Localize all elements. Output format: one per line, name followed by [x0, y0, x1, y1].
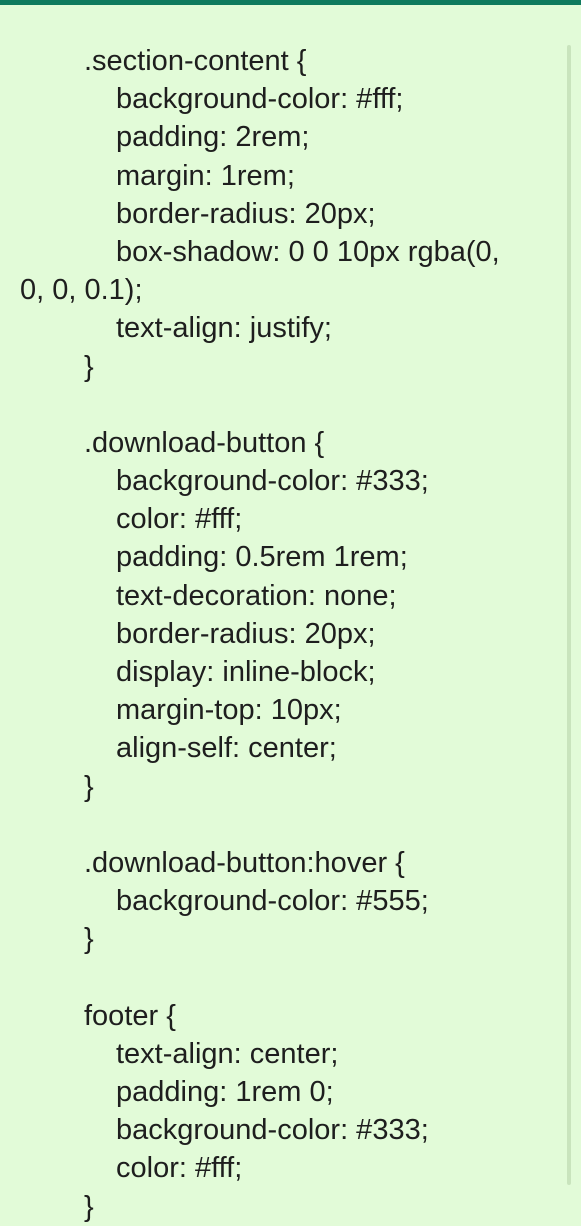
code-line: display: inline-block;: [116, 656, 376, 688]
code-line: background-color: #fff;: [116, 83, 404, 116]
message-bubble[interactable]: .section-content { background-color: #ff…: [0, 5, 573, 1223]
code-line: color: #fff;: [116, 503, 243, 536]
code-line: }: [84, 350, 94, 383]
code-line: padding: 0.5rem 1rem;: [116, 541, 408, 574]
code-line: padding: 1rem 0;: [116, 1076, 334, 1109]
code-line: text-decoration: none;: [116, 579, 397, 612]
code-line: }: [84, 923, 94, 956]
code-line: }: [84, 770, 94, 803]
code-line: }: [84, 1190, 94, 1223]
code-line-wrapped: 0, 0, 0.1);: [20, 274, 143, 307]
code-line: border-radius: 20px;: [116, 197, 376, 230]
code-line: footer {: [84, 999, 176, 1032]
code-line: border-radius: 20px;: [116, 617, 376, 650]
code-line: background-color: #333;: [116, 465, 429, 498]
code-line: .section-content {: [84, 45, 307, 77]
scrollbar[interactable]: [567, 45, 571, 1185]
code-line: color: #fff;: [116, 1152, 243, 1185]
code-line: .download-button:hover {: [84, 846, 405, 879]
code-line: padding: 2rem;: [116, 121, 310, 154]
code-line: background-color: #555;: [116, 885, 429, 918]
code-line: .download-button {: [84, 426, 325, 459]
code-line: box-shadow: 0 0 10px rgba(0,: [116, 235, 500, 268]
code-line: text-align: center;: [116, 1037, 339, 1070]
code-line: align-self: center;: [116, 732, 337, 765]
css-code-block[interactable]: .section-content { background-color: #ff…: [20, 42, 560, 1226]
code-line: background-color: #333;: [116, 1114, 429, 1147]
code-line: text-align: justify;: [116, 312, 332, 345]
code-line: margin: 1rem;: [116, 159, 295, 192]
code-line: margin-top: 10px;: [116, 694, 342, 727]
